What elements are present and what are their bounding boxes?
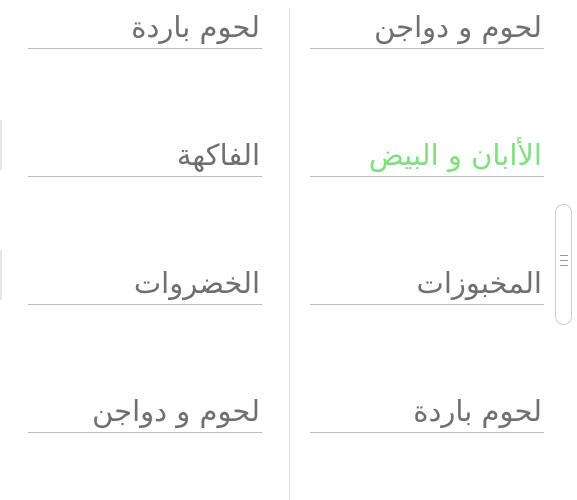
category-label: المخبوزات [416, 266, 542, 300]
category-dairy-eggs[interactable]: الأابان و البيض [310, 138, 544, 177]
column-divider [289, 8, 290, 500]
category-bakery[interactable]: المخبوزات [310, 266, 544, 305]
underline [310, 176, 544, 177]
underline [28, 176, 262, 177]
underline [310, 432, 544, 433]
edge-decoration [0, 250, 2, 300]
category-cold-cuts[interactable]: لحوم باردة [310, 394, 544, 433]
category-label: لحوم و دواجن [374, 10, 542, 44]
category-label: لحوم و دواجن [92, 394, 260, 428]
edge-decoration [0, 120, 2, 170]
category-label: لحوم باردة [413, 394, 542, 428]
category-meat-poultry[interactable]: لحوم و دواجن [28, 394, 262, 433]
underline [28, 304, 262, 305]
underline [28, 432, 262, 433]
category-label: لحوم باردة [131, 10, 260, 44]
category-label: الخضروات [133, 266, 260, 300]
underline [28, 48, 262, 49]
category-label: الأابان و البيض [368, 138, 542, 172]
category-meat-poultry[interactable]: لحوم و دواجن [310, 10, 544, 49]
category-vegetables[interactable]: الخضروات [28, 266, 262, 305]
underline [310, 48, 544, 49]
category-fruits[interactable]: الفاكهة [28, 138, 262, 177]
grip-lines-icon [560, 255, 568, 270]
underline [310, 304, 544, 305]
category-label: الفاكهة [176, 138, 260, 172]
category-cold-cuts[interactable]: لحوم باردة [28, 10, 262, 49]
scrollbar[interactable] [555, 204, 572, 325]
